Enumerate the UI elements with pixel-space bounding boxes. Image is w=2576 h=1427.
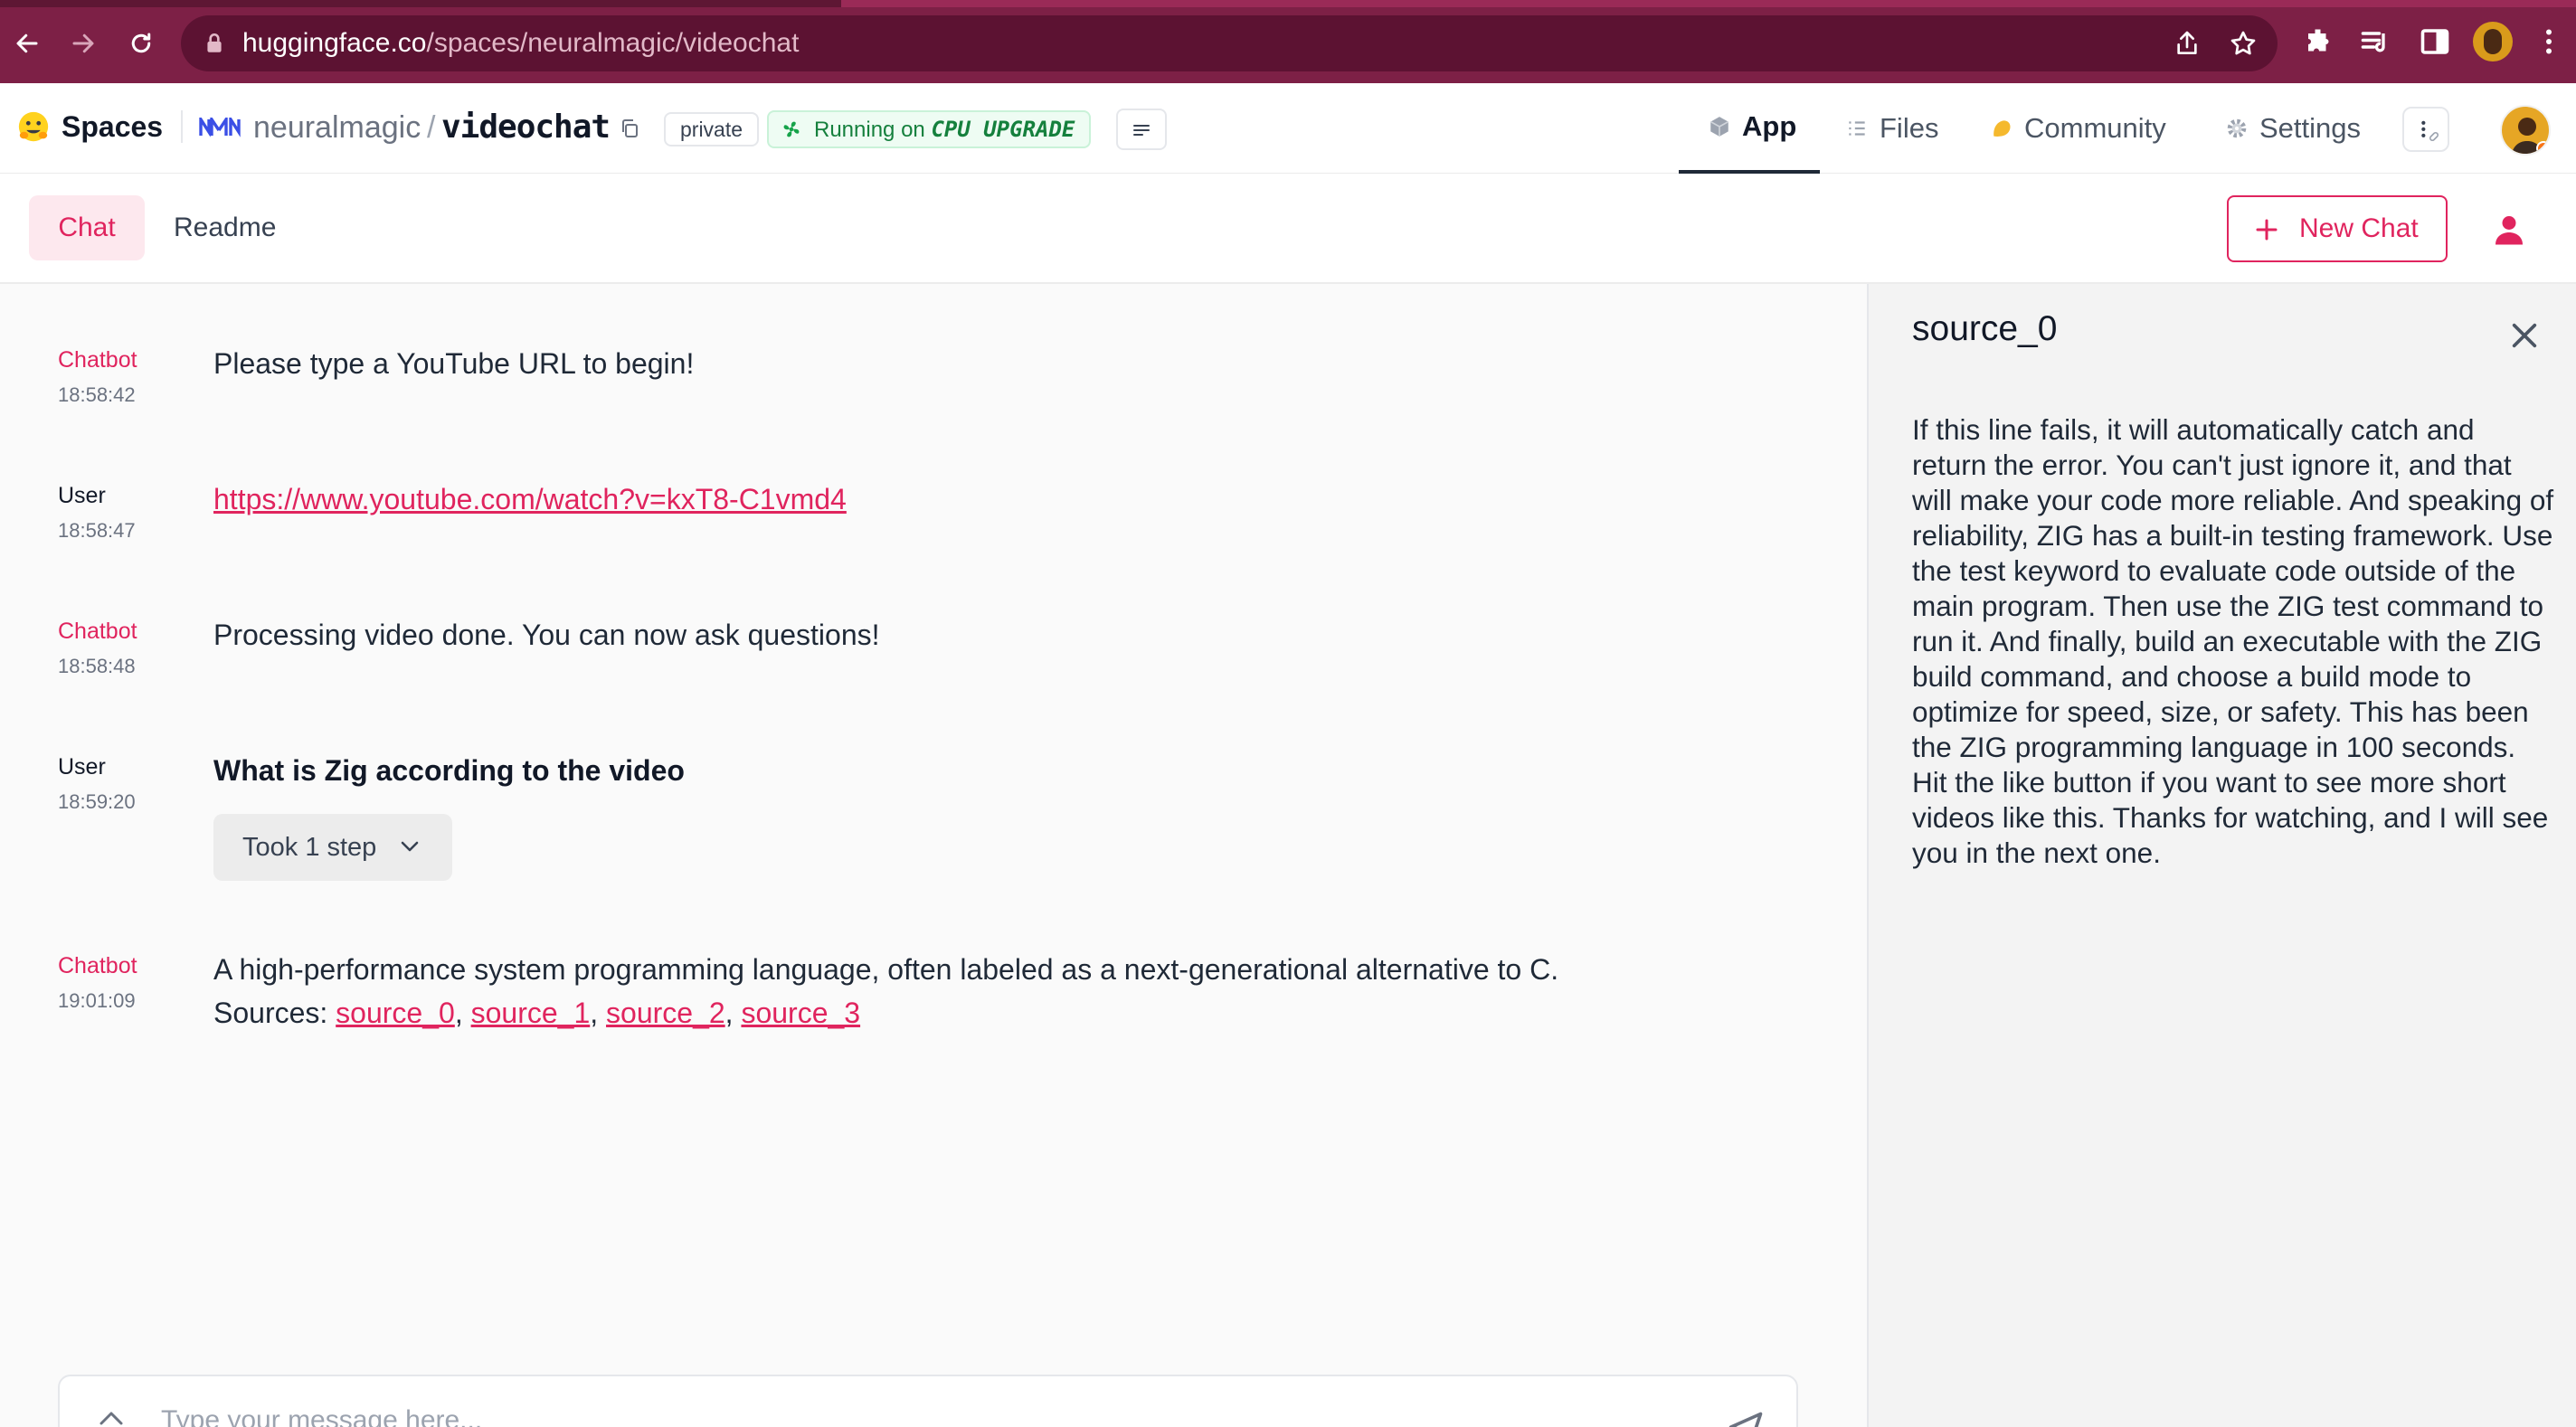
source-link-3[interactable]: source_3 — [741, 997, 860, 1029]
browser-profile-avatar[interactable] — [2473, 22, 2513, 61]
message-text: Processing video done. You can now ask q… — [213, 619, 880, 651]
browser-toolbar: huggingface.co/spaces/neuralmagic/videoc… — [0, 0, 2576, 83]
spaces-link[interactable]: Spaces — [62, 110, 163, 144]
chevron-down-icon — [401, 841, 419, 852]
url-host: huggingface.co — [242, 28, 427, 58]
star-icon[interactable] — [2229, 29, 2258, 58]
media-control-icon[interactable] — [2359, 25, 2391, 58]
tab-readme[interactable]: Readme — [174, 195, 276, 260]
message-time: 18:58:42 — [58, 383, 136, 406]
hugging-face-logo-icon[interactable] — [16, 110, 51, 145]
plus-icon — [2256, 219, 2278, 241]
source-link-0[interactable]: source_0 — [336, 997, 455, 1029]
send-icon[interactable] — [1726, 1409, 1766, 1427]
fan-icon — [783, 121, 800, 137]
share-icon[interactable] — [2173, 29, 2202, 58]
repo-link[interactable]: videochat — [441, 109, 611, 146]
new-chat-button[interactable]: New Chat — [2227, 195, 2448, 262]
message-role: Chatbot — [58, 347, 137, 373]
steps-toggle-button[interactable]: Took 1 step — [213, 814, 452, 881]
status-text: Running on — [814, 118, 932, 142]
arrow-right-icon — [72, 33, 94, 53]
source-title: source_0 — [1912, 309, 2058, 348]
source-separator: , — [590, 997, 599, 1029]
message-time: 18:58:48 — [58, 655, 136, 677]
org-logo-icon — [199, 118, 241, 137]
message-role: Chatbot — [58, 619, 137, 644]
steps-label: Took 1 step — [242, 833, 377, 862]
tab-settings[interactable]: Settings — [2225, 83, 2361, 174]
address-bar[interactable]: huggingface.co/spaces/neuralmagic/videoc… — [181, 15, 2278, 71]
account-icon[interactable] — [2493, 213, 2525, 246]
lock-icon — [207, 33, 222, 52]
message-time: 18:58:47 — [58, 519, 136, 542]
message-input-box[interactable] — [58, 1375, 1798, 1427]
tab-app-label: App — [1742, 110, 1797, 142]
org-link[interactable]: neuralmagic — [253, 110, 421, 146]
sources-label: Sources: — [213, 997, 328, 1029]
browser-menu-icon[interactable] — [2533, 25, 2565, 58]
source-separator: , — [454, 997, 463, 1029]
tab-app[interactable]: App — [1679, 83, 1820, 174]
tab-files-label: Files — [1880, 112, 1939, 144]
back-button[interactable] — [5, 22, 49, 65]
close-icon[interactable] — [2509, 320, 2540, 351]
arrow-left-icon — [16, 33, 38, 53]
sources-line: Sources: source_0, source_1, source_2, s… — [213, 997, 860, 1030]
user-avatar[interactable] — [2500, 105, 2551, 156]
kebab-icon — [2421, 120, 2439, 141]
logs-button[interactable] — [1116, 109, 1167, 150]
reload-button[interactable] — [119, 22, 163, 65]
gear-icon — [2227, 118, 2247, 138]
community-icon — [1994, 120, 2011, 137]
message-role: User — [58, 483, 106, 508]
message-time: 18:59:20 — [58, 790, 136, 813]
message-role: Chatbot — [58, 953, 137, 978]
logs-icon — [1133, 125, 1150, 136]
browser-tab-strip — [0, 0, 2576, 7]
hardware-label: CPU UPGRADE — [931, 117, 1075, 142]
source-separator: , — [724, 997, 734, 1029]
message-text: Please type a YouTube URL to begin! — [213, 347, 695, 380]
source-link-1[interactable]: source_1 — [471, 997, 591, 1029]
source-transcript-text: If this line fails, it will automaticall… — [1912, 413, 2554, 869]
side-panel-icon[interactable] — [2419, 25, 2451, 58]
source-panel: source_0 If this line fails, it will aut… — [1869, 284, 2576, 1427]
more-options-button[interactable] — [2402, 107, 2449, 152]
youtube-link[interactable]: https://www.youtube.com/watch?v=kxT8-C1v… — [213, 483, 847, 516]
message-text: What is Zig according to the video — [213, 754, 685, 787]
reload-icon — [131, 33, 151, 53]
tab-community-label: Community — [2024, 112, 2166, 144]
extensions-icon[interactable] — [2303, 25, 2335, 58]
tab-settings-label: Settings — [2259, 112, 2362, 144]
chat-area: Chatbot 18:58:42 Please type a YouTube U… — [0, 284, 1867, 1427]
url-text[interactable]: huggingface.co/spaces/neuralmagic/videoc… — [242, 29, 799, 58]
tab-chat[interactable]: Chat — [29, 195, 145, 260]
tab-files[interactable]: Files — [1845, 83, 1938, 174]
chevron-up-icon[interactable] — [98, 1409, 125, 1427]
new-chat-label: New Chat — [2299, 213, 2419, 243]
cube-icon — [1709, 117, 1729, 137]
forward-button[interactable] — [62, 22, 105, 65]
files-icon — [1849, 121, 1865, 136]
space-header: Spaces neuralmagic / videochat private R… — [0, 83, 2576, 174]
status-badge[interactable]: Running on CPU UPGRADE — [767, 110, 1092, 148]
app-toolbar: Chat Readme New Chat — [0, 174, 2576, 284]
private-badge: private — [664, 112, 760, 146]
source-link-2[interactable]: source_2 — [606, 997, 725, 1029]
tab-community[interactable]: Community — [1990, 83, 2166, 174]
message-time: 19:01:09 — [58, 989, 136, 1012]
copy-icon[interactable] — [619, 118, 640, 139]
path-separator: / — [427, 110, 436, 145]
divider — [181, 110, 183, 143]
message-text: A high-performance system programming la… — [213, 953, 1559, 986]
message-input[interactable] — [161, 1400, 1626, 1427]
url-path: /spaces/neuralmagic/videochat — [426, 28, 800, 58]
message-role: User — [58, 754, 106, 780]
avatar-picture-icon — [2511, 118, 2549, 154]
